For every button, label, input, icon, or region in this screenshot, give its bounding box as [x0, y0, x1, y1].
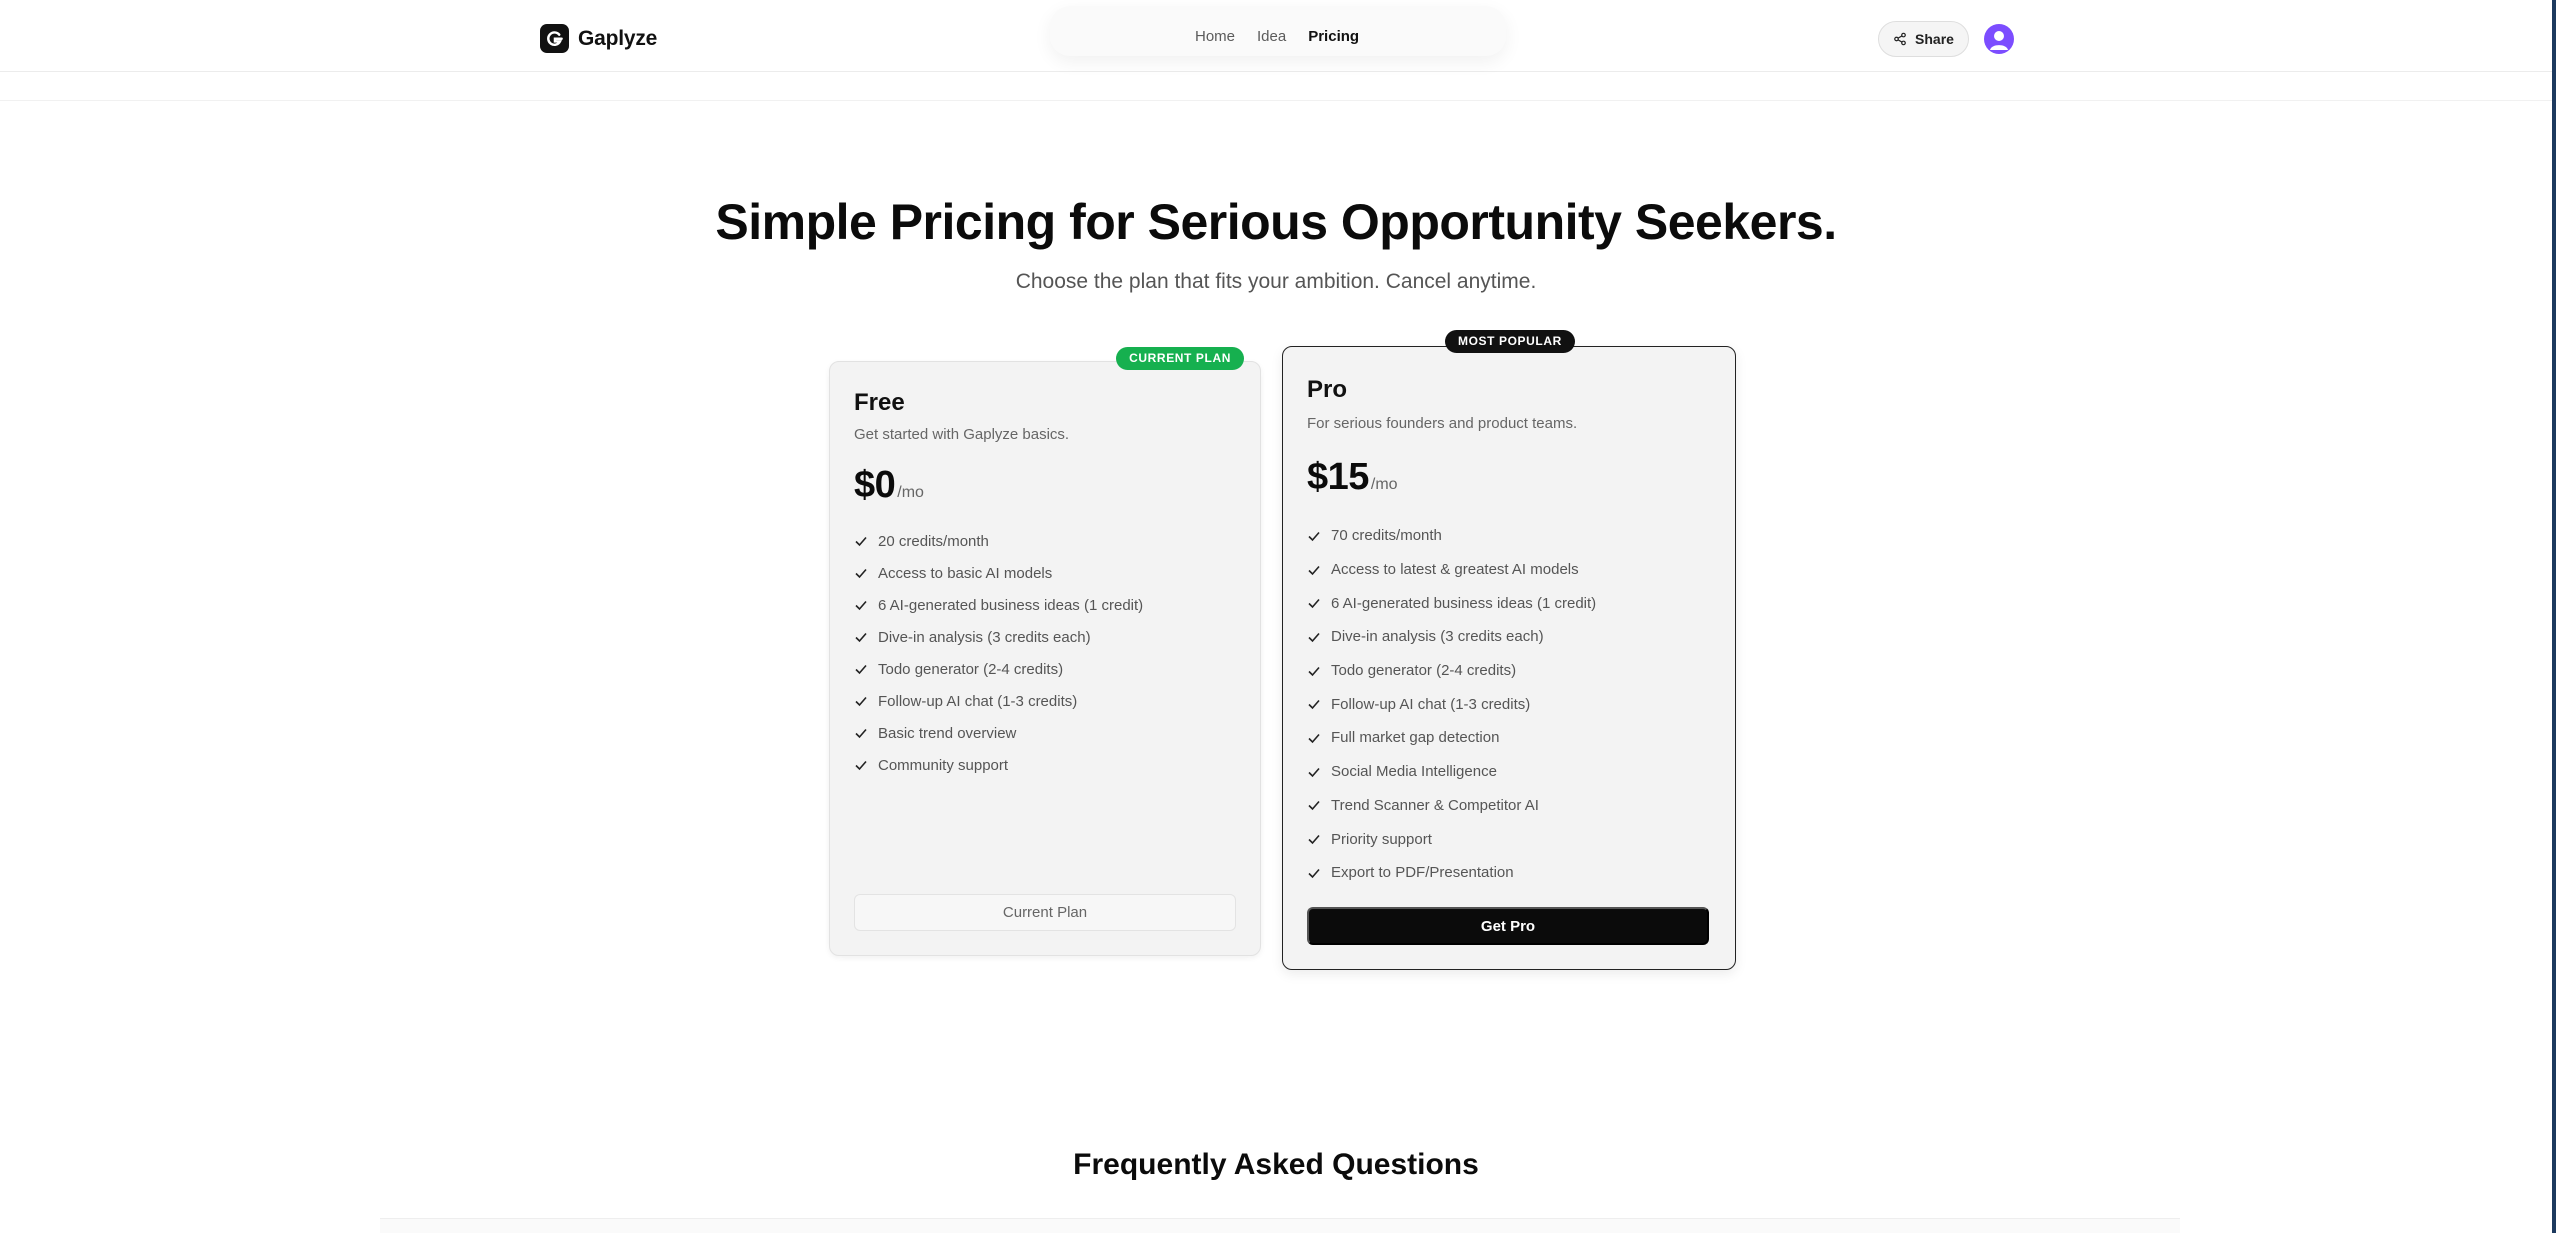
feature-item: 6 AI-generated business ideas (1 credit)	[1307, 586, 1596, 620]
check-icon	[855, 632, 867, 643]
check-icon	[855, 760, 867, 771]
check-icon	[855, 664, 867, 675]
check-icon	[1308, 700, 1320, 710]
user-avatar-icon[interactable]	[1984, 24, 2014, 54]
most-popular-badge: MOST POPULAR	[1445, 330, 1575, 353]
feature-item: Basic trend overview	[854, 717, 1143, 749]
check-icon	[1308, 599, 1320, 609]
check-icon	[1308, 565, 1320, 575]
check-icon	[1308, 531, 1320, 542]
check-icon	[1308, 801, 1320, 811]
main-nav: Home Idea Pricing	[1195, 28, 1359, 45]
price-amount: $15	[1307, 456, 1369, 498]
nav-pricing[interactable]: Pricing	[1308, 28, 1359, 45]
faq-section-edge	[380, 1218, 2180, 1233]
share-button[interactable]: Share	[1878, 21, 1969, 57]
price-period: /mo	[1370, 476, 1398, 493]
nav-home[interactable]: Home	[1195, 28, 1235, 45]
feature-item: Community support	[854, 749, 1143, 781]
feature-list: 20 credits/month Access to basic AI mode…	[854, 525, 1143, 781]
feature-item: Priority support	[1307, 822, 1596, 856]
check-icon	[855, 696, 867, 707]
check-icon	[1308, 733, 1320, 744]
feature-item: Dive-in analysis (3 credits each)	[854, 621, 1143, 653]
feature-item: 20 credits/month	[854, 525, 1143, 557]
check-icon	[855, 600, 867, 611]
check-icon	[1308, 835, 1320, 845]
feature-item: Todo generator (2-4 credits)	[1307, 654, 1596, 688]
page-title: Simple Pricing for Serious Opportunity S…	[715, 194, 1837, 250]
current-plan-button[interactable]: Current Plan	[854, 894, 1236, 931]
share-icon	[1894, 32, 1906, 46]
plan-card-pro: MOST POPULAR Pro For serious founders an…	[1282, 330, 1736, 970]
brand-name: Gaplyze	[578, 26, 658, 50]
feature-item: Access to latest & greatest AI models	[1307, 553, 1596, 587]
current-plan-badge: CURRENT PLAN	[1116, 347, 1244, 370]
check-icon	[855, 568, 867, 579]
divider	[0, 100, 2552, 101]
check-icon	[855, 728, 867, 739]
get-pro-button[interactable]: Get Pro	[1307, 907, 1709, 945]
price-period: /mo	[897, 484, 924, 501]
feature-item: Follow-up AI chat (1-3 credits)	[1307, 687, 1596, 721]
plan-card-free: CURRENT PLAN Free Get started with Gaply…	[829, 347, 1261, 956]
plan-price: $0 /mo	[854, 464, 924, 507]
check-icon	[1308, 666, 1320, 676]
feature-item: 6 AI-generated business ideas (1 credit)	[854, 589, 1143, 621]
feature-item: Export to PDF/Presentation	[1307, 856, 1596, 890]
feature-item: Follow-up AI chat (1-3 credits)	[854, 685, 1143, 717]
feature-item: 70 credits/month	[1307, 519, 1596, 553]
check-icon	[1308, 868, 1320, 878]
check-icon	[1308, 632, 1320, 643]
brand-logo[interactable]: Gaplyze	[540, 24, 657, 53]
feature-item: Full market gap detection	[1307, 721, 1596, 755]
feature-list: 70 credits/month Access to latest & grea…	[1307, 519, 1596, 890]
plan-name: Pro	[1307, 376, 1348, 403]
page-subtitle: Choose the plan that fits your ambition.…	[1015, 270, 1537, 293]
plan-name: Free	[854, 389, 905, 416]
feature-item: Trend Scanner & Competitor AI	[1307, 789, 1596, 823]
check-icon	[1308, 767, 1320, 777]
gaplyze-logo-icon	[540, 24, 569, 53]
window-edge	[2552, 0, 2556, 1233]
feature-item: Access to basic AI models	[854, 557, 1143, 589]
top-header: Gaplyze Home Idea Pricing Share	[0, 0, 2552, 72]
feature-item: Todo generator (2-4 credits)	[854, 653, 1143, 685]
faq-heading: Frequently Asked Questions	[1073, 1148, 1479, 1181]
feature-item: Social Media Intelligence	[1307, 755, 1596, 789]
feature-item: Dive-in analysis (3 credits each)	[1307, 620, 1596, 654]
share-label: Share	[1915, 31, 1954, 47]
plan-description: Get started with Gaplyze basics.	[854, 426, 1070, 443]
plan-description: For serious founders and product teams.	[1307, 415, 1578, 432]
nav-idea[interactable]: Idea	[1257, 28, 1286, 45]
price-amount: $0	[854, 464, 896, 506]
plan-price: $15 /mo	[1307, 456, 1398, 499]
check-icon	[855, 536, 867, 547]
